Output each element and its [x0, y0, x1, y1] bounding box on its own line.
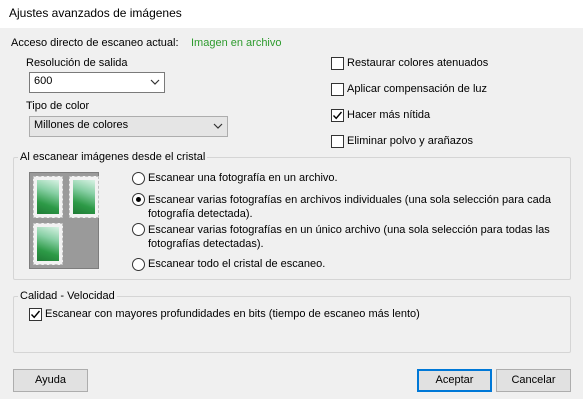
color-type-label: Tipo de color	[26, 100, 90, 112]
photo-thumbnail-icon	[69, 176, 99, 218]
multiple-files-line1: Escanear varias fotografías en archivos …	[148, 194, 551, 206]
single-file-line2: fotografías detectadas).	[148, 238, 264, 250]
single-file-line1: Escanear varias fotografías en un único …	[148, 224, 550, 236]
ok-button[interactable]: Aceptar	[417, 369, 492, 392]
remove-dust-checkbox[interactable]	[331, 135, 344, 148]
scan-preview	[29, 172, 99, 269]
color-type-value: Millones de colores	[34, 119, 129, 131]
restore-colors-checkbox[interactable]	[331, 57, 344, 70]
check-icon	[332, 111, 343, 120]
remove-dust-label: Eliminar polvo y arañazos	[347, 135, 473, 147]
restore-colors-label: Restaurar colores atenuados	[347, 57, 489, 69]
shortcut-label: Acceso directo de escaneo actual:	[11, 37, 179, 49]
light-compensation-checkbox[interactable]	[331, 83, 344, 96]
resolution-select[interactable]: 600	[29, 72, 165, 93]
high-bit-depth-checkbox[interactable]	[29, 308, 42, 321]
help-button[interactable]: Ayuda	[13, 369, 88, 392]
multiple-files-radio[interactable]	[132, 193, 145, 206]
multiple-files-line2: fotografía detectada).	[148, 208, 253, 220]
dialog-body: Acceso directo de escaneo actual: Imagen…	[0, 28, 583, 399]
check-icon	[30, 310, 41, 319]
window-title: Ajustes avanzados de imágenes	[9, 6, 182, 20]
chevron-down-icon	[213, 123, 223, 129]
resolution-value: 600	[34, 75, 53, 87]
title-bar: Ajustes avanzados de imágenes	[0, 0, 583, 28]
photo-thumbnail-icon	[33, 176, 63, 218]
chevron-down-icon	[150, 79, 160, 85]
light-compensation-label: Aplicar compensación de luz	[347, 83, 488, 95]
cancel-button[interactable]: Cancelar	[496, 369, 571, 392]
multiple-files-label: Escanear varias fotografías en archivos …	[148, 193, 551, 221]
single-file-radio[interactable]	[132, 223, 145, 236]
shortcut-value: Imagen en archivo	[191, 37, 282, 49]
whole-glass-label: Escanear todo el cristal de escaneo.	[148, 258, 326, 270]
quality-group-title: Calidad - Velocidad	[18, 290, 117, 302]
sharpen-checkbox[interactable]	[331, 109, 344, 122]
sharpen-label: Hacer más nítida	[347, 109, 431, 121]
resolution-label: Resolución de salida	[26, 57, 128, 69]
high-bit-depth-label: Escanear con mayores profundidades en bi…	[45, 308, 420, 320]
whole-glass-radio[interactable]	[132, 258, 145, 271]
photo-thumbnail-icon	[33, 223, 63, 265]
glass-group-title: Al escanear imágenes desde el cristal	[18, 151, 208, 163]
single-photo-label: Escanear una fotografía en un archivo.	[148, 172, 338, 184]
quality-groupbox	[13, 296, 571, 353]
single-photo-radio[interactable]	[132, 172, 145, 185]
color-type-select[interactable]: Millones de colores	[29, 116, 228, 137]
single-file-label: Escanear varias fotografías en un único …	[148, 223, 550, 251]
